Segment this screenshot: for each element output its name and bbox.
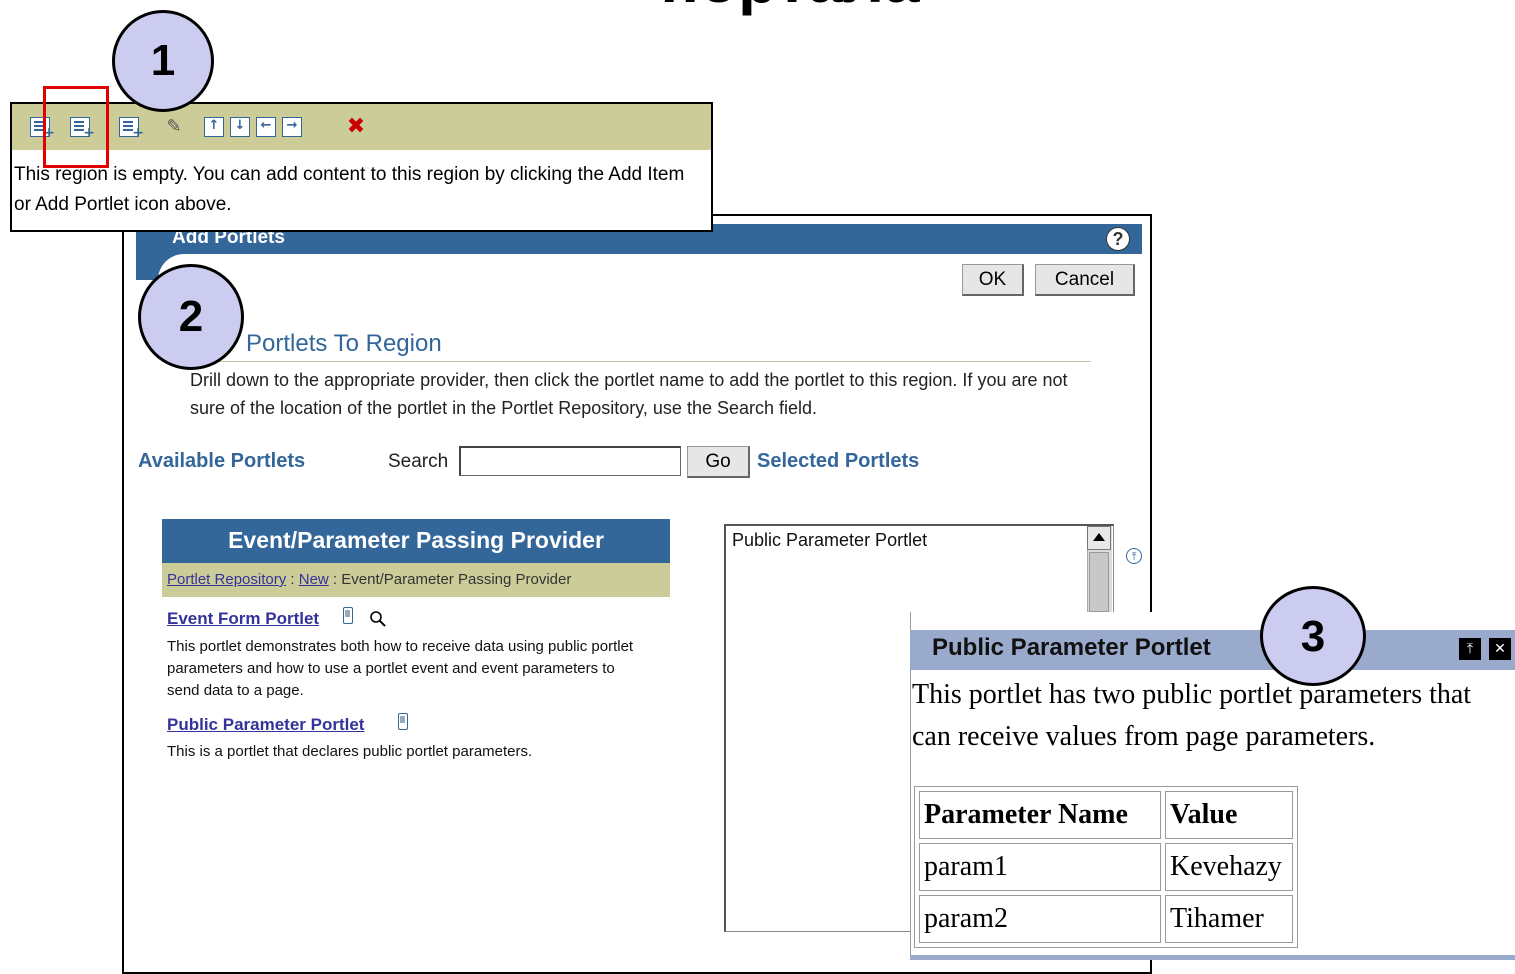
breadcrumb: Portlet Repository : New : Event/Paramet… — [162, 563, 670, 597]
region-empty-message: This region is empty. You can add conten… — [14, 164, 685, 215]
table-row: param2 Tihamer — [919, 895, 1293, 943]
portlet-link-public-parameter[interactable]: Public Parameter Portlet — [167, 715, 364, 735]
delete-icon[interactable]: ✖ — [346, 116, 366, 138]
portlet-desc-event-form: This portlet demonstrates both how to re… — [167, 638, 634, 699]
scroll-up-arrow-icon[interactable] — [1087, 526, 1111, 550]
selected-item[interactable]: Public Parameter Portlet — [732, 530, 927, 551]
portlet-desc-public-parameter: This is a portlet that declares public p… — [167, 743, 533, 760]
breadcrumb-separator: : — [286, 571, 299, 588]
public-parameter-portlet-title: Public Parameter Portlet — [932, 634, 1211, 661]
add-subregion-icon[interactable]: + — [119, 117, 144, 140]
table-cell: Kevehazy — [1165, 843, 1293, 891]
mobile-icon — [398, 713, 408, 730]
highlight-box — [43, 86, 109, 168]
callout-number-1: 1 — [112, 10, 214, 112]
search-label: Search — [388, 451, 449, 472]
portlet-link-event-form[interactable]: Event Form Portlet — [167, 609, 319, 629]
scroll-thumb[interactable] — [1089, 552, 1109, 612]
table-row: param1 Kevehazy — [919, 843, 1293, 891]
breadcrumb-link-new[interactable]: New — [299, 571, 329, 588]
edit-icon[interactable]: ✎ — [164, 117, 184, 137]
move-down-icon[interactable]: ↓ — [230, 117, 250, 137]
section-divider — [186, 361, 1091, 362]
ok-button[interactable]: OK — [962, 264, 1024, 296]
help-icon[interactable]: ? — [1106, 227, 1130, 251]
provider-header: Event/Parameter Passing Provider — [162, 519, 670, 563]
public-parameter-portlet-description: This portlet has two public portlet para… — [912, 679, 1472, 752]
instructions-text: Drill down to the appropriate provider, … — [190, 370, 1068, 418]
callout-number-2: 2 — [138, 264, 244, 370]
mobile-icon — [343, 607, 353, 624]
selected-portlets-label: Selected Portlets — [757, 450, 920, 472]
section-title: Portlets To Region — [246, 330, 442, 357]
breadcrumb-link-repository[interactable]: Portlet Repository — [167, 571, 286, 588]
portlet-bottom-bar — [910, 955, 1515, 960]
region-toolbar: + + + ✎ ↑ ↓ ← → ✖ — [12, 104, 711, 150]
cancel-button[interactable]: Cancel — [1035, 264, 1135, 296]
move-right-icon[interactable]: → — [282, 117, 302, 137]
table-cell: param1 — [919, 843, 1161, 891]
close-icon[interactable]: ✕ — [1489, 638, 1511, 660]
breadcrumb-current: : Event/Parameter Passing Provider — [328, 571, 572, 588]
move-up-icon[interactable]: ↑ — [204, 117, 224, 137]
search-icon[interactable] — [368, 609, 388, 629]
minimize-icon[interactable]: ⤒ — [1459, 638, 1481, 660]
column-header: Value — [1165, 791, 1293, 839]
parameter-table: Parameter Name Value param1 Kevehazy par… — [914, 786, 1298, 948]
column-header: Parameter Name — [919, 791, 1161, 839]
table-cell: Tihamer — [1165, 895, 1293, 943]
callout-number-3: 3 — [1260, 586, 1366, 686]
available-portlets-label: Available Portlets — [138, 450, 306, 472]
go-button[interactable]: Go — [687, 446, 750, 478]
table-cell: param2 — [919, 895, 1161, 943]
table-header-row: Parameter Name Value — [919, 791, 1293, 839]
move-left-icon[interactable]: ← — [256, 117, 276, 137]
move-to-top-icon[interactable]: ⤒ — [1126, 548, 1142, 564]
search-input[interactable] — [459, 446, 681, 476]
slide-title: портала — [620, 0, 960, 12]
